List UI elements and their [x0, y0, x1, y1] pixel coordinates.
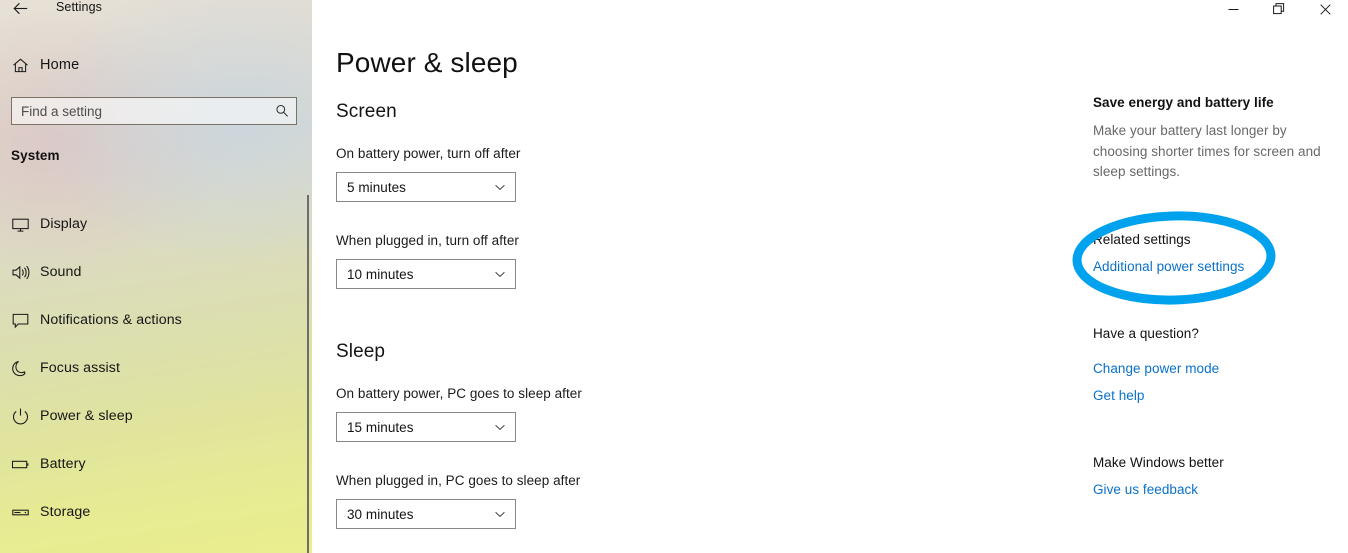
search-icon[interactable] — [272, 104, 292, 118]
sidebar-nav-list: Display Sound Notifications & actions Fo… — [0, 200, 312, 553]
page-title: Power & sleep — [336, 47, 518, 78]
notification-icon — [0, 311, 40, 330]
window-controls — [1210, 0, 1348, 21]
sidebar-home-label: Home — [40, 57, 80, 73]
group-heading-screen: Screen — [336, 101, 397, 122]
link-give-us-feedback[interactable]: Give us feedback — [1093, 482, 1198, 497]
battery-icon — [0, 455, 40, 474]
sidebar-item-label: Battery — [40, 456, 86, 472]
dropdown-sleep-plugged[interactable]: 30 minutes — [336, 499, 516, 529]
text-save-energy-body: Make your battery last longer by choosin… — [1093, 123, 1321, 179]
sidebar-item-label: Storage — [40, 504, 91, 520]
heading-related-settings: Related settings — [1093, 232, 1191, 247]
power-icon — [0, 407, 40, 426]
home-icon — [0, 57, 40, 74]
sidebar-section-title: System — [11, 148, 60, 163]
moon-icon — [0, 359, 40, 378]
field-label-sleep-plugged: When plugged in, PC goes to sleep after — [336, 473, 581, 488]
sidebar: Home System Displ — [0, 0, 312, 553]
dropdown-screen-battery[interactable]: 5 minutes — [336, 172, 516, 202]
minimize-button[interactable] — [1210, 0, 1256, 21]
search-input[interactable] — [21, 103, 272, 119]
dropdown-sleep-battery[interactable]: 15 minutes — [336, 412, 516, 442]
dropdown-value: 30 minutes — [347, 506, 414, 522]
window-title: Settings — [56, 0, 102, 14]
link-change-power-mode[interactable]: Change power mode — [1093, 361, 1219, 376]
sidebar-item-battery[interactable]: Battery — [0, 440, 312, 488]
sidebar-item-notifications-actions[interactable]: Notifications & actions — [0, 296, 312, 344]
monitor-icon — [0, 215, 40, 234]
right-panel: Save energy and battery life Make your b… — [1093, 0, 1338, 553]
sidebar-item-power-sleep[interactable]: Power & sleep — [0, 392, 312, 440]
field-label-screen-plugged: When plugged in, turn off after — [336, 233, 519, 248]
sidebar-item-storage[interactable]: Storage — [0, 488, 312, 536]
group-heading-sleep: Sleep — [336, 341, 386, 362]
sidebar-item-display[interactable]: Display — [0, 200, 312, 248]
sidebar-scrollbar[interactable] — [300, 0, 312, 553]
maximize-restore-button[interactable] — [1256, 0, 1302, 21]
sidebar-item-sound[interactable]: Sound — [0, 248, 312, 296]
search-box[interactable] — [11, 97, 297, 125]
link-additional-power-settings[interactable]: Additional power settings — [1093, 259, 1244, 274]
dropdown-value: 10 minutes — [347, 266, 414, 282]
dropdown-value: 5 minutes — [347, 179, 406, 195]
back-arrow-icon[interactable] — [8, 0, 32, 20]
sidebar-item-focus-assist[interactable]: Focus assist — [0, 344, 312, 392]
dropdown-value: 15 minutes — [347, 419, 414, 435]
sidebar-item-label: Notifications & actions — [40, 312, 182, 328]
field-label-screen-battery: On battery power, turn off after — [336, 146, 521, 161]
field-label-sleep-battery: On battery power, PC goes to sleep after — [336, 386, 582, 401]
sidebar-item-label: Sound — [40, 264, 82, 280]
chevron-down-icon — [492, 508, 508, 520]
heading-make-windows-better: Make Windows better — [1093, 455, 1224, 470]
storage-icon — [0, 503, 40, 522]
close-button[interactable] — [1302, 0, 1348, 21]
chevron-down-icon — [492, 268, 508, 280]
title-bar: Settings — [0, 0, 1348, 22]
link-get-help[interactable]: Get help — [1093, 388, 1144, 403]
sidebar-scrollbar-thumb[interactable] — [307, 195, 309, 553]
heading-save-energy: Save energy and battery life — [1093, 95, 1274, 110]
sidebar-item-label: Display — [40, 216, 88, 232]
settings-window: Home System Displ — [0, 0, 1348, 553]
sidebar-item-home[interactable]: Home — [0, 50, 312, 80]
sidebar-item-tablet-mode[interactable]: Tablet mode — [0, 536, 312, 553]
dropdown-screen-plugged[interactable]: 10 minutes — [336, 259, 516, 289]
sidebar-item-label: Power & sleep — [40, 408, 133, 424]
speaker-icon — [0, 263, 40, 282]
chevron-down-icon — [492, 421, 508, 433]
sidebar-item-label: Focus assist — [40, 360, 121, 376]
heading-have-a-question: Have a question? — [1093, 326, 1199, 341]
chevron-down-icon — [492, 181, 508, 193]
